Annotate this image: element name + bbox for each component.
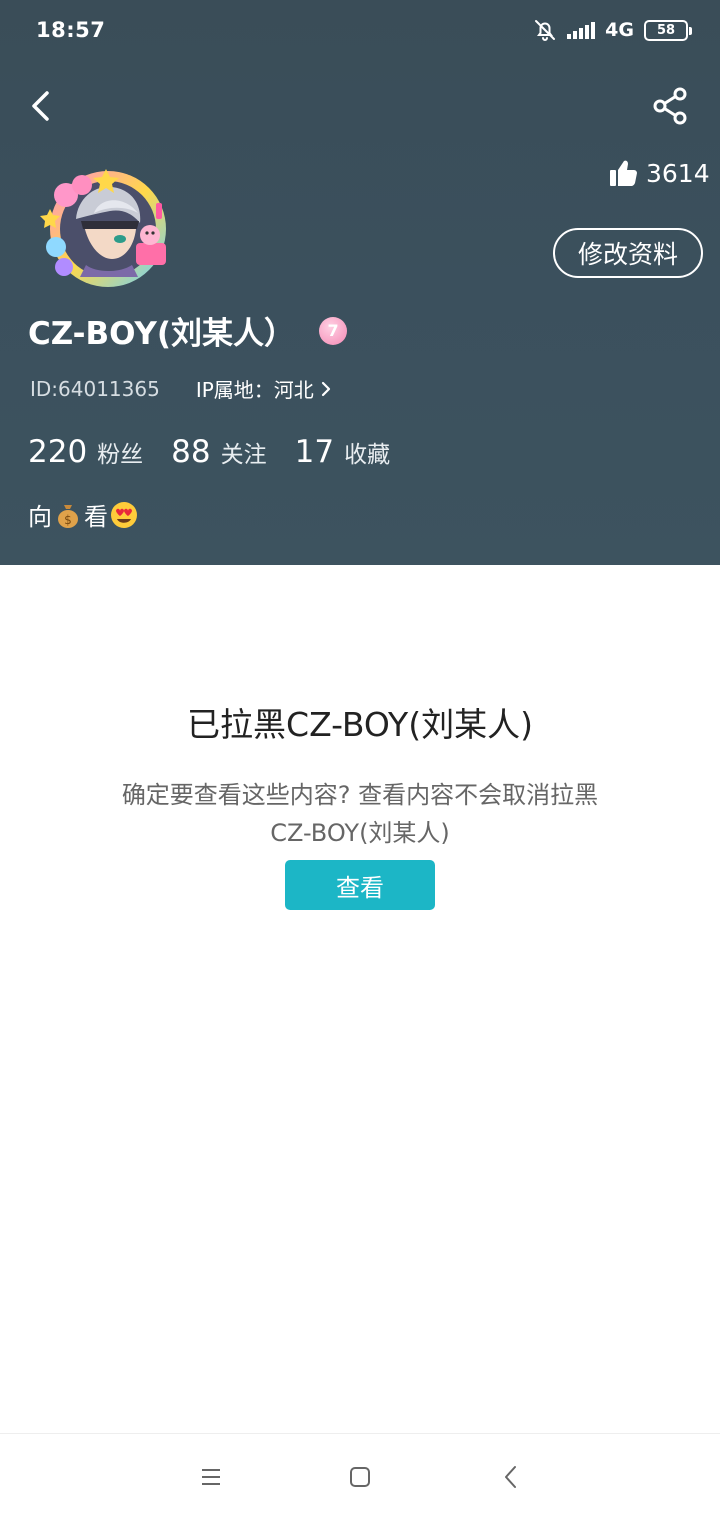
username-row: CZ-BOY(刘某人） 7 [28, 308, 348, 353]
stat-number: 17 [294, 434, 335, 470]
view-content-button[interactable]: 查看 [285, 860, 435, 910]
square-home-icon [350, 1467, 370, 1487]
system-nav-bar [0, 1433, 720, 1520]
blocked-notice: 已拉黑CZ-BOY(刘某人) 确定要查看这些内容? 查看内容不会取消拉黑 CZ-… [0, 690, 720, 852]
avatar-image-icon [40, 169, 166, 287]
status-time: 18:57 [36, 18, 106, 42]
thumbs-up-icon [610, 160, 637, 186]
status-icons: 4G 58 [533, 18, 692, 42]
ip-location-link[interactable]: IP属地：河北 [196, 374, 332, 403]
money-bag-icon: $ [58, 504, 78, 528]
bio: 向 $ 看 [28, 497, 140, 532]
menu-icon [202, 1469, 220, 1485]
likes-counter[interactable]: 3614 [608, 158, 710, 188]
meta-row: ID:64011365 IP属地：河北 [30, 374, 332, 403]
stat-followers[interactable]: 220 粉丝 [28, 434, 143, 470]
nav-back-button[interactable] [496, 1462, 526, 1492]
bell-off-icon [535, 20, 556, 41]
blocked-desc-line: CZ-BOY(刘某人) [270, 819, 450, 847]
chevron-left-icon [32, 91, 49, 121]
battery-level: 58 [656, 22, 676, 38]
stat-label: 关注 [220, 442, 267, 468]
stat-label: 收藏 [344, 442, 391, 468]
signal-icon [567, 21, 596, 39]
username: CZ-BOY(刘某人） [28, 316, 296, 352]
chevron-left-icon [505, 1466, 516, 1488]
share-icon [653, 87, 687, 125]
battery-icon: 58 [644, 19, 692, 41]
stat-following[interactable]: 88 关注 [171, 434, 266, 470]
blocked-description: 确定要查看这些内容? 查看内容不会取消拉黑 CZ-BOY(刘某人) [0, 776, 720, 852]
share-button[interactable] [648, 84, 692, 128]
back-button[interactable] [24, 84, 60, 128]
stat-label: 粉丝 [97, 442, 144, 468]
bio-text: 看 [84, 503, 108, 531]
svg-text:$: $ [64, 513, 72, 527]
stat-favorites[interactable]: 17 收藏 [295, 434, 390, 470]
edit-profile-button[interactable]: 修改资料 [553, 228, 703, 278]
blocked-desc-line: 确定要查看这些内容? 查看内容不会取消拉黑 [121, 781, 599, 809]
bio-text: 向 [28, 503, 52, 531]
user-id: ID:64011365 [30, 376, 160, 401]
avatar[interactable] [36, 155, 176, 295]
stat-number: 220 [28, 434, 88, 470]
ip-location: IP属地：河北 [195, 378, 314, 402]
stats-row: 220 粉丝 88 关注 17 收藏 [28, 434, 418, 470]
level-badge[interactable]: 7 [319, 316, 348, 345]
chevron-right-icon [321, 381, 330, 396]
stat-number: 88 [171, 434, 211, 470]
heart-eyes-icon [111, 501, 137, 528]
nav-menu-button[interactable] [196, 1462, 226, 1492]
network-type: 4G [605, 19, 634, 41]
status-bar: 18:57 4G 58 [0, 0, 720, 60]
blocked-title: 已拉黑CZ-BOY(刘某人) [187, 705, 533, 744]
profile-header: 18:57 4G 58 3614 修改资料 CZ-BOY(刘某人） 7 ID:6… [0, 0, 720, 565]
likes-count: 3614 [646, 158, 710, 188]
nav-home-button[interactable] [345, 1462, 375, 1492]
